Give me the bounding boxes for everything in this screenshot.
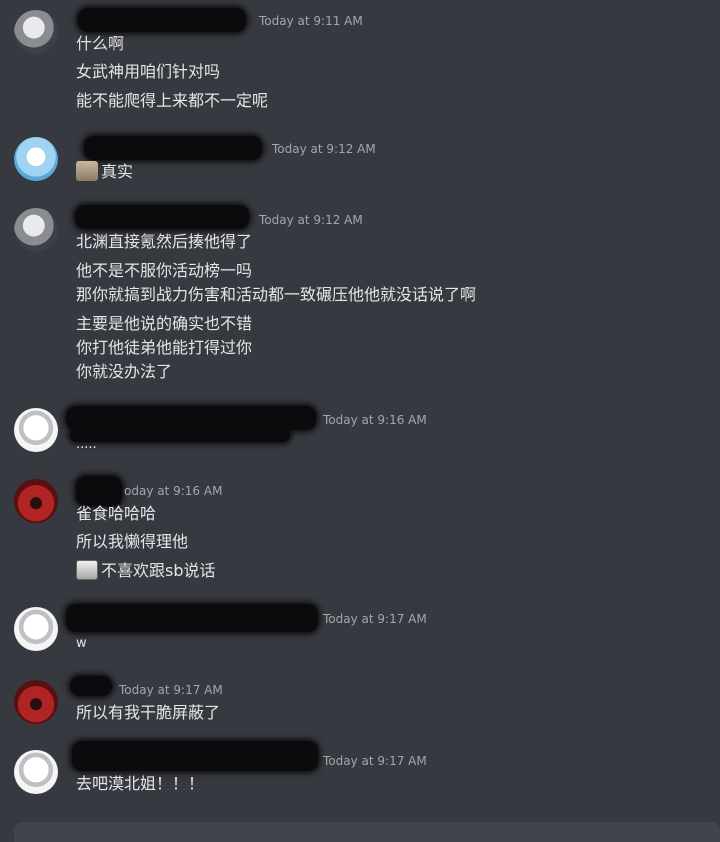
message-text: ..... [76,437,97,452]
avatar[interactable] [14,607,58,651]
message-timestamp: Today at 9:12 AM [272,142,376,156]
message-text: 去吧漠北姐！！！ [76,774,205,793]
message-text: 他不是不服你活动榜一吗 [76,261,253,280]
redacted-username [76,476,122,506]
message-text: 所以有我干脆屏蔽了 [76,703,221,722]
message-timestamp: Today at 9:17 AM [323,754,427,768]
message-text-content: 不喜欢跟sb说话 [101,561,216,580]
meme-sticker-icon [76,560,98,580]
message-text: 那你就搞到战力伤害和活动都一致碾压他他就没话说了啊 [76,285,477,304]
sticker-icon [76,161,98,181]
message-text: 不喜欢跟sb说话 [76,560,216,582]
redacted-username [66,406,316,430]
message-text: 什么啊 [76,34,125,53]
avatar[interactable] [14,10,58,54]
avatar[interactable] [14,750,58,794]
redacted-username [84,136,262,160]
message-text-content: 真实 [101,162,134,181]
message-timestamp: Today at 9:11 AM [259,14,363,28]
message-timestamp: Today at 9:16 AM [323,413,427,427]
message-timestamp: oday at 9:16 AM [124,484,223,498]
message-input-bar[interactable] [14,822,720,842]
message-text: 雀食哈哈哈 [76,504,157,523]
redacted-username [70,676,112,696]
message-text: 女武神用咱们针对吗 [76,62,221,81]
message-text: w [76,636,87,651]
redacted-username [72,741,318,771]
redacted-username [75,205,249,229]
message-timestamp: Today at 9:12 AM [259,213,363,227]
avatar[interactable] [14,137,58,181]
redacted-username [78,8,246,32]
redacted-username [66,604,318,632]
avatar[interactable] [14,408,58,452]
message-text: 主要是他说的确实也不错 [76,314,253,333]
avatar[interactable] [14,479,58,523]
message-text: 你打他徒弟他能打得过你 [76,338,253,357]
message-text: 你就没办法了 [76,362,173,381]
redacted-username [70,428,290,442]
message-text: 北渊直接氪然后揍他得了 [76,232,253,251]
avatar[interactable] [14,680,58,724]
message-text: 真实 [76,161,133,183]
message-timestamp: Today at 9:17 AM [323,612,427,626]
avatar[interactable] [14,208,58,252]
message-text: 所以我懒得理他 [76,532,189,551]
message-timestamp: Today at 9:17 AM [119,683,223,697]
message-text: 能不能爬得上来都不一定呢 [76,91,269,110]
